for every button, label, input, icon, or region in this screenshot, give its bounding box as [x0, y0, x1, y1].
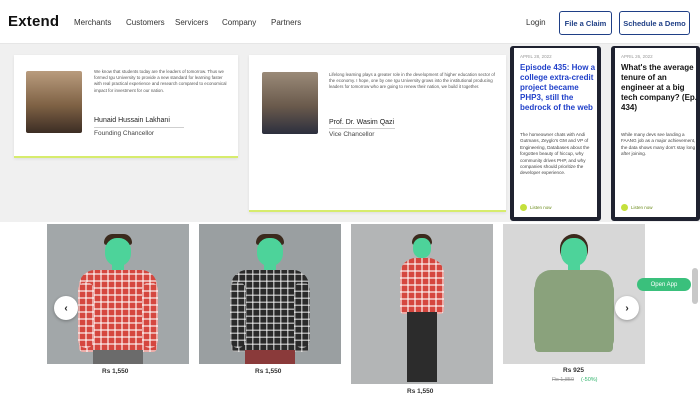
nav-partners[interactable]: Partners	[271, 18, 301, 27]
chancellor-card-1: We know that students today are the lead…	[14, 55, 238, 158]
product-image-3[interactable]	[351, 224, 493, 384]
product-price: Rs 1,550	[255, 368, 282, 375]
article-summary: The homeowner chats with Andi Gutmans, Z…	[520, 132, 590, 176]
product-price: Rs 1,550	[407, 388, 434, 395]
article-card-2[interactable]: APRIL 26, 2022 What's the average tenure…	[611, 46, 700, 221]
pants	[245, 350, 295, 364]
pants	[407, 312, 437, 382]
chancellor-name: Hunaid Hussain Lakhani	[94, 117, 170, 124]
vice-chancellor-name: Prof. Dr. Wasim Qazi	[329, 119, 395, 126]
play-icon	[520, 204, 527, 211]
name-divider	[329, 128, 395, 129]
product-old-price: Rs 1,850	[552, 377, 575, 383]
top-nav: Extend Merchants Customers Servicers Com…	[0, 0, 700, 44]
listen-link[interactable]: Listen now	[520, 204, 552, 211]
shirt-sleeve	[534, 282, 551, 348]
nav-servicers[interactable]: Servicers	[175, 18, 208, 27]
pants	[93, 350, 143, 364]
article-title[interactable]: What's the average tenure of an engineer…	[621, 63, 699, 113]
nav-company[interactable]: Company	[222, 18, 256, 27]
carousel-prev-button[interactable]: ‹	[54, 296, 78, 320]
login-link[interactable]: Login	[526, 18, 546, 27]
shirt-sleeve	[293, 282, 310, 348]
product-price: Rs 1,550	[102, 368, 129, 375]
chancellor-role: Founding Chancellor	[94, 130, 154, 137]
product-image-4[interactable]	[503, 224, 645, 364]
logo[interactable]: Extend	[8, 13, 59, 30]
shirt	[400, 258, 444, 314]
name-divider	[94, 127, 184, 128]
chancellor-quote: We know that students today are the lead…	[94, 69, 227, 93]
article-summary: While many devs see landing a FAANG job …	[621, 132, 696, 157]
product-discount: (-50%)	[581, 377, 598, 383]
chevron-left-icon: ‹	[64, 302, 68, 314]
listen-label: Listen now	[530, 205, 552, 210]
open-app-button[interactable]: Open App	[637, 278, 691, 291]
chevron-right-icon: ›	[625, 302, 629, 314]
chancellor-photo	[26, 71, 82, 133]
shirt-sleeve	[141, 282, 158, 348]
shirt-sleeve	[230, 282, 247, 348]
model-face	[413, 238, 431, 258]
file-claim-button[interactable]: File a Claim	[559, 11, 612, 35]
nav-merchants[interactable]: Merchants	[74, 18, 111, 27]
chancellor-card-2: Lifelong learning plays a greater role i…	[249, 55, 506, 212]
article-title[interactable]: Episode 435: How a college extra-credit …	[520, 63, 598, 113]
vice-chancellor-photo	[262, 72, 318, 134]
article-date: APRIL 28, 2022	[520, 54, 552, 59]
carousel-next-button[interactable]: ›	[615, 296, 639, 320]
listen-link[interactable]: Listen now	[621, 204, 653, 211]
vice-chancellor-role: Vice Chancellor	[329, 131, 375, 138]
article-card-1[interactable]: APRIL 28, 2022 Episode 435: How a colleg…	[510, 46, 601, 221]
listen-label: Listen now	[631, 205, 653, 210]
product-image-2[interactable]	[199, 224, 341, 364]
article-date: APRIL 26, 2022	[621, 54, 653, 59]
model-face	[105, 238, 131, 266]
product-price: Rs 925	[563, 367, 584, 374]
shirt-sleeve	[597, 282, 614, 348]
product-image-1[interactable]	[47, 224, 189, 364]
model-face	[257, 238, 283, 266]
vice-chancellor-quote: Lifelong learning plays a greater role i…	[329, 72, 495, 90]
schedule-demo-button[interactable]: Schedule a Demo	[619, 11, 690, 35]
nav-customers[interactable]: Customers	[126, 18, 165, 27]
model-face	[561, 238, 587, 266]
shirt-sleeve	[78, 282, 95, 348]
play-icon	[621, 204, 628, 211]
scrollbar-thumb[interactable]	[692, 268, 698, 304]
